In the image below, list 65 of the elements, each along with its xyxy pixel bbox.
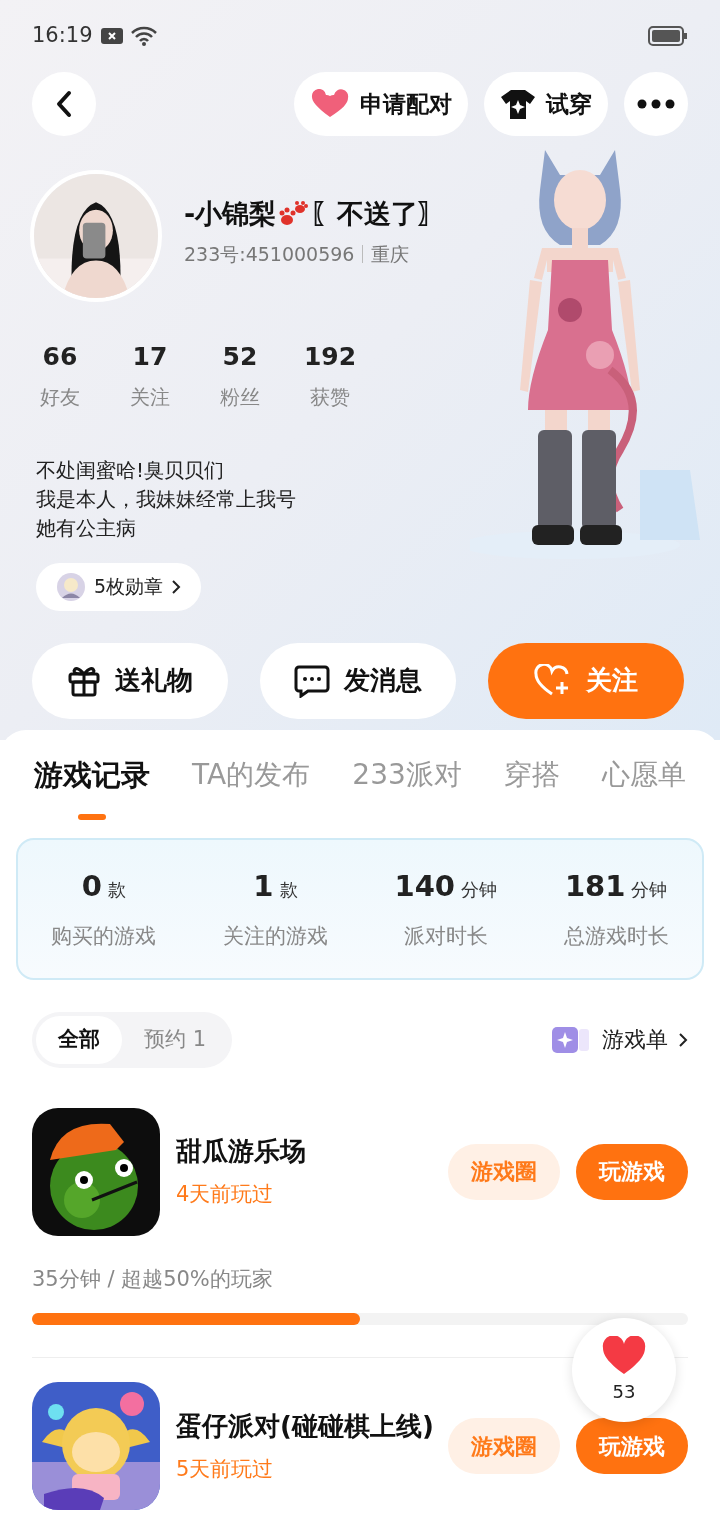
tab[interactable]: 心愿单 bbox=[602, 754, 686, 820]
game-circle-button[interactable]: 游戏圈 bbox=[448, 1418, 560, 1474]
tshirt-icon bbox=[500, 88, 536, 120]
stat-value: 192 bbox=[303, 341, 357, 373]
filter-tab[interactable]: 预约 1 bbox=[122, 1015, 229, 1064]
tab[interactable]: 游戏记录 bbox=[34, 754, 150, 820]
summary-value: 181 bbox=[564, 868, 626, 905]
user-name: -小锦梨 bbox=[184, 196, 277, 231]
user-id: 233号:451000596 bbox=[184, 242, 355, 267]
paw-icon bbox=[278, 199, 309, 228]
try-on-button[interactable]: 试穿 bbox=[484, 72, 608, 136]
last-played-text: 5天前玩过 bbox=[176, 1455, 275, 1483]
stat-value: 52 bbox=[222, 341, 258, 373]
game-circle-button[interactable]: 游戏圈 bbox=[448, 1143, 560, 1200]
back-icon bbox=[54, 90, 74, 118]
game-title: 甜瓜游乐场 bbox=[176, 1135, 307, 1169]
summary-label: 购买的游戏 bbox=[51, 922, 157, 950]
filter-tab[interactable]: 全部 bbox=[36, 1015, 122, 1064]
play-game-button[interactable]: 玩游戏 bbox=[576, 1143, 688, 1200]
stat-label: 关注 bbox=[130, 383, 170, 411]
game-list-link[interactable]: 游戏单 bbox=[552, 1023, 688, 1056]
chevron-right-icon bbox=[171, 578, 182, 595]
stat-value: 17 bbox=[132, 341, 168, 373]
stat-label: 获赞 bbox=[310, 383, 350, 411]
chevron-right-icon bbox=[678, 1031, 688, 1048]
last-played-text: 4天前玩过 bbox=[176, 1181, 275, 1209]
follow-button[interactable]: 关注 bbox=[488, 642, 684, 719]
summary-unit: 分钟 bbox=[461, 878, 498, 902]
bio-text: 她有公主病 bbox=[36, 514, 137, 542]
summary-unit: 款 bbox=[279, 878, 298, 902]
user-location: 重庆 bbox=[371, 242, 410, 267]
tab[interactable]: 233派对 bbox=[352, 754, 462, 820]
summary-label: 派对时长 bbox=[403, 922, 488, 950]
stat-value: 66 bbox=[42, 341, 78, 373]
tab[interactable]: TA的发布 bbox=[192, 754, 311, 820]
user-name-suffix: 〖不送了〗 bbox=[310, 196, 446, 231]
game-title: 蛋仔派对(碰碰棋上线) bbox=[176, 1409, 435, 1443]
bio-text: 不处闺蜜哈!臭贝贝们 bbox=[36, 456, 226, 484]
summary-unit: 款 bbox=[107, 878, 126, 902]
status-time: 16:19 bbox=[32, 22, 93, 50]
chat-icon bbox=[294, 663, 330, 698]
summary-label: 关注的游戏 bbox=[222, 922, 328, 950]
stat-label: 好友 bbox=[40, 383, 80, 411]
sparkle-icon bbox=[552, 1025, 592, 1054]
match-button[interactable]: 申请配对 bbox=[294, 72, 468, 136]
medal-icon bbox=[56, 571, 86, 602]
heart-icon bbox=[310, 89, 350, 119]
summary-label: 总游戏时长 bbox=[563, 922, 669, 950]
notification-icon bbox=[100, 28, 123, 44]
battery-icon bbox=[648, 26, 688, 46]
stat-label: 粉丝 bbox=[220, 383, 260, 411]
summary-value: 1 bbox=[253, 868, 274, 905]
tab[interactable]: 穿搭 bbox=[503, 754, 560, 820]
bio-text: 我是本人，我妹妹经常上我号 bbox=[36, 485, 297, 513]
summary-unit: 分钟 bbox=[631, 878, 668, 902]
more-icon bbox=[637, 99, 675, 109]
summary-value: 0 bbox=[81, 868, 102, 905]
summary-value: 140 bbox=[394, 868, 456, 905]
heart-icon bbox=[601, 1335, 647, 1376]
play-stat-text: 35分钟 / 超越50%的玩家 bbox=[31, 1265, 274, 1293]
wifi-icon bbox=[130, 26, 157, 46]
medals-button[interactable]: 5枚勋章 bbox=[36, 562, 202, 611]
send-gift-button[interactable]: 送礼物 bbox=[32, 642, 228, 719]
message-button[interactable]: 发消息 bbox=[260, 642, 456, 719]
play-game-button[interactable]: 玩游戏 bbox=[576, 1418, 688, 1474]
